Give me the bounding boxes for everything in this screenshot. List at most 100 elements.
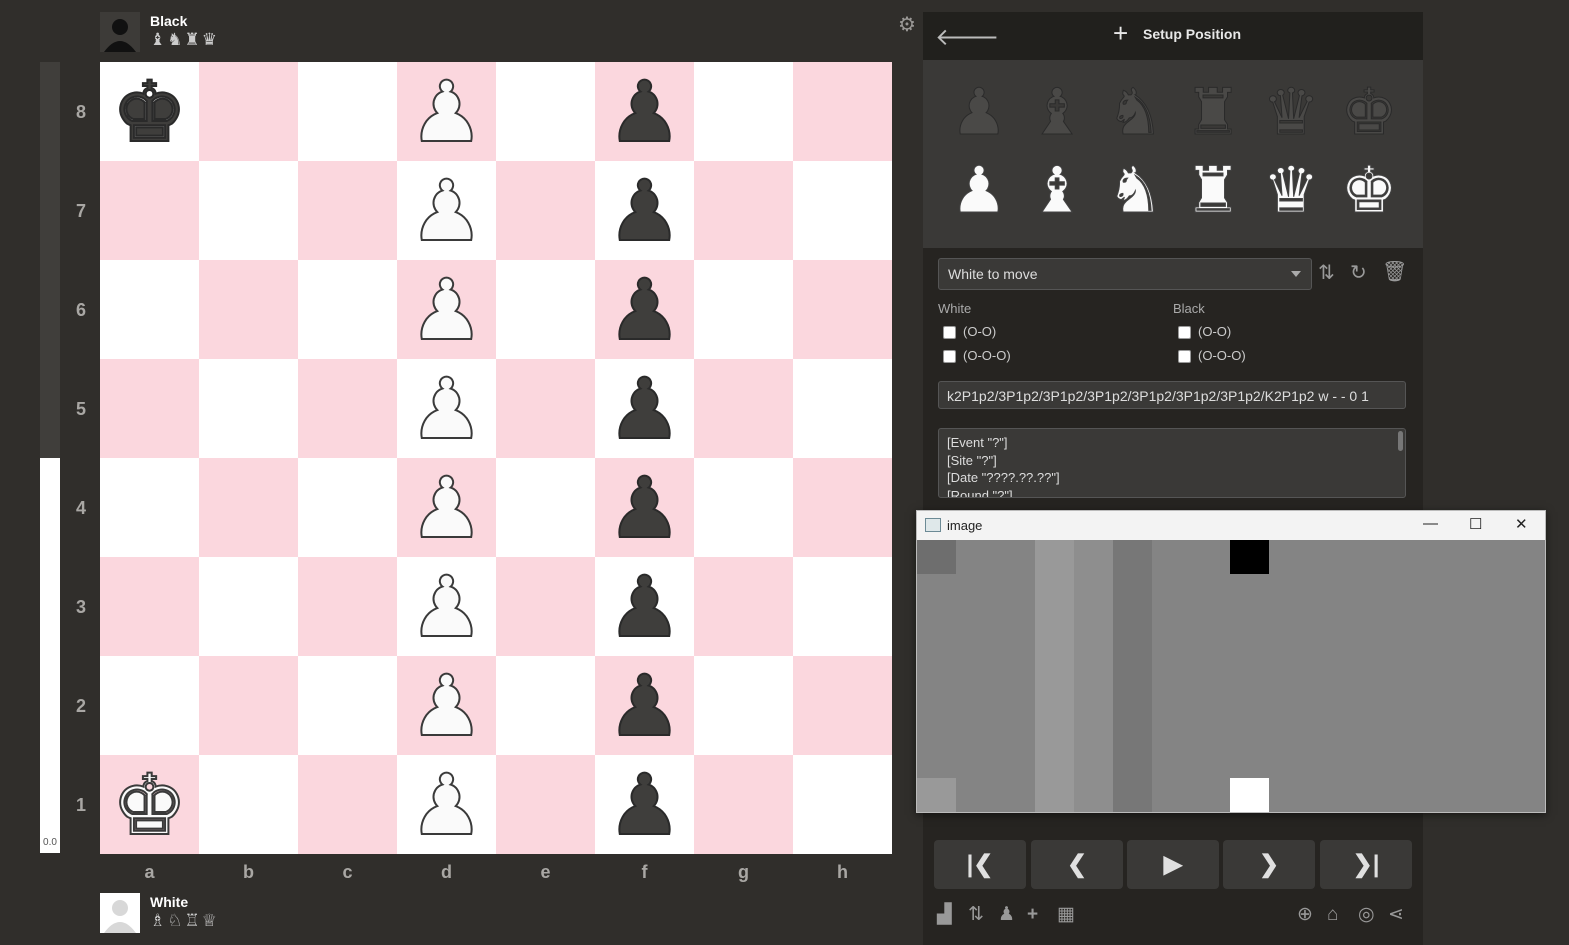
square-d7[interactable]: ♟ <box>397 161 496 260</box>
square-f8[interactable]: ♟ <box>595 62 694 161</box>
square-g8[interactable] <box>694 62 793 161</box>
square-c7[interactable] <box>298 161 397 260</box>
image-window[interactable]: image — ☐ ✕ <box>916 510 1546 813</box>
square-h5[interactable] <box>793 359 892 458</box>
square-g7[interactable] <box>694 161 793 260</box>
square-e1[interactable] <box>496 755 595 854</box>
black-pawn-icon[interactable]: ♟ <box>606 267 683 353</box>
square-b2[interactable] <box>199 656 298 755</box>
square-e6[interactable] <box>496 260 595 359</box>
square-b7[interactable] <box>199 161 298 260</box>
palette-white-rook-icon[interactable]: ♜ <box>1174 156 1252 227</box>
white-short-castle-checkbox[interactable] <box>943 326 956 339</box>
white-pawn-icon[interactable]: ♟ <box>408 366 485 452</box>
palette-black-pawn-icon[interactable]: ♟ <box>940 78 1018 149</box>
palette-black-queen-icon[interactable]: ♛ <box>1252 78 1330 149</box>
gear-icon[interactable]: ⚙ <box>898 12 916 37</box>
previous-move-button[interactable]: ❮ <box>1031 840 1123 889</box>
palette-white-bishop-icon[interactable]: ♝ <box>1018 156 1096 227</box>
square-b4[interactable] <box>199 458 298 557</box>
square-b5[interactable] <box>199 359 298 458</box>
square-g6[interactable] <box>694 260 793 359</box>
square-f6[interactable]: ♟ <box>595 260 694 359</box>
square-g5[interactable] <box>694 359 793 458</box>
square-f1[interactable]: ♟ <box>595 755 694 854</box>
white-pawn-icon[interactable]: ♟ <box>408 663 485 749</box>
square-e8[interactable] <box>496 62 595 161</box>
flip-icon[interactable]: ⇅ <box>968 905 984 925</box>
square-e4[interactable] <box>496 458 595 557</box>
palette-black-bishop-icon[interactable]: ♝ <box>1018 78 1096 149</box>
square-d6[interactable]: ♟ <box>397 260 496 359</box>
black-long-castle-checkbox[interactable] <box>1178 350 1191 363</box>
last-move-button[interactable]: ❯| <box>1320 840 1412 889</box>
square-c1[interactable] <box>298 755 397 854</box>
black-pawn-icon[interactable]: ♟ <box>606 465 683 551</box>
next-move-button[interactable]: ❯ <box>1223 840 1315 889</box>
square-c6[interactable] <box>298 260 397 359</box>
black-pawn-icon[interactable]: ♟ <box>606 366 683 452</box>
maximize-icon[interactable]: ☐ <box>1469 515 1482 533</box>
square-d5[interactable]: ♟ <box>397 359 496 458</box>
square-c3[interactable] <box>298 557 397 656</box>
pawn-icon[interactable]: ♟ <box>998 905 1015 925</box>
square-d4[interactable]: ♟ <box>397 458 496 557</box>
square-e7[interactable] <box>496 161 595 260</box>
white-king-icon[interactable]: ♚ <box>111 762 188 848</box>
white-pawn-icon[interactable]: ♟ <box>408 465 485 551</box>
white-pawn-icon[interactable]: ♟ <box>408 168 485 254</box>
square-b6[interactable] <box>199 260 298 359</box>
library-icon[interactable]: ⌂ <box>1327 905 1338 925</box>
square-f5[interactable]: ♟ <box>595 359 694 458</box>
minimize-icon[interactable]: — <box>1423 515 1438 532</box>
palette-black-king-icon[interactable]: ♚ <box>1330 78 1408 149</box>
black-king-icon[interactable]: ♚ <box>111 69 188 155</box>
square-c5[interactable] <box>298 359 397 458</box>
white-pawn-icon[interactable]: ♟ <box>408 69 485 155</box>
palette-white-king-icon[interactable]: ♚ <box>1330 156 1408 227</box>
square-a1[interactable]: ♚ <box>100 755 199 854</box>
square-h4[interactable] <box>793 458 892 557</box>
square-c4[interactable] <box>298 458 397 557</box>
image-window-titlebar[interactable]: image — ☐ ✕ <box>917 511 1545 540</box>
black-short-castle-checkbox[interactable] <box>1178 326 1191 339</box>
square-e3[interactable] <box>496 557 595 656</box>
square-h7[interactable] <box>793 161 892 260</box>
square-d2[interactable]: ♟ <box>397 656 496 755</box>
white-long-castle-checkbox[interactable] <box>943 350 956 363</box>
square-h1[interactable] <box>793 755 892 854</box>
black-pawn-icon[interactable]: ♟ <box>606 168 683 254</box>
black-pawn-icon[interactable]: ♟ <box>606 762 683 848</box>
square-f2[interactable]: ♟ <box>595 656 694 755</box>
square-f4[interactable]: ♟ <box>595 458 694 557</box>
white-pawn-icon[interactable]: ♟ <box>408 564 485 650</box>
chess-board[interactable]: ♚ ♟ ♟ ♟ ♟ ♟ ♟ ♟ ♟ ♟ ♟ ♟ ♟ ♟ ♟ ♚ ♟ ♟ <box>100 62 892 854</box>
flip-board-icon[interactable]: ⇅ <box>1318 263 1335 283</box>
bar-chart-icon[interactable]: ▟ <box>937 905 952 925</box>
reset-icon[interactable]: ↻ <box>1350 263 1367 283</box>
square-a2[interactable] <box>100 656 199 755</box>
square-a3[interactable] <box>100 557 199 656</box>
square-g2[interactable] <box>694 656 793 755</box>
square-a5[interactable] <box>100 359 199 458</box>
square-b3[interactable] <box>199 557 298 656</box>
white-pawn-icon[interactable]: ♟ <box>408 762 485 848</box>
square-e5[interactable] <box>496 359 595 458</box>
square-g1[interactable] <box>694 755 793 854</box>
square-d3[interactable]: ♟ <box>397 557 496 656</box>
palette-white-queen-icon[interactable]: ♛ <box>1252 156 1330 227</box>
square-g4[interactable] <box>694 458 793 557</box>
square-a6[interactable] <box>100 260 199 359</box>
white-pawn-icon[interactable]: ♟ <box>408 267 485 353</box>
square-f3[interactable]: ♟ <box>595 557 694 656</box>
square-f7[interactable]: ♟ <box>595 161 694 260</box>
square-c2[interactable] <box>298 656 397 755</box>
square-h2[interactable] <box>793 656 892 755</box>
black-pawn-icon[interactable]: ♟ <box>606 564 683 650</box>
back-arrow-icon[interactable]: 🡐 <box>935 22 999 52</box>
square-h3[interactable] <box>793 557 892 656</box>
target-icon[interactable]: ◎ <box>1358 905 1375 925</box>
plus-icon[interactable]: + <box>1027 905 1038 925</box>
square-h6[interactable] <box>793 260 892 359</box>
square-e2[interactable] <box>496 656 595 755</box>
